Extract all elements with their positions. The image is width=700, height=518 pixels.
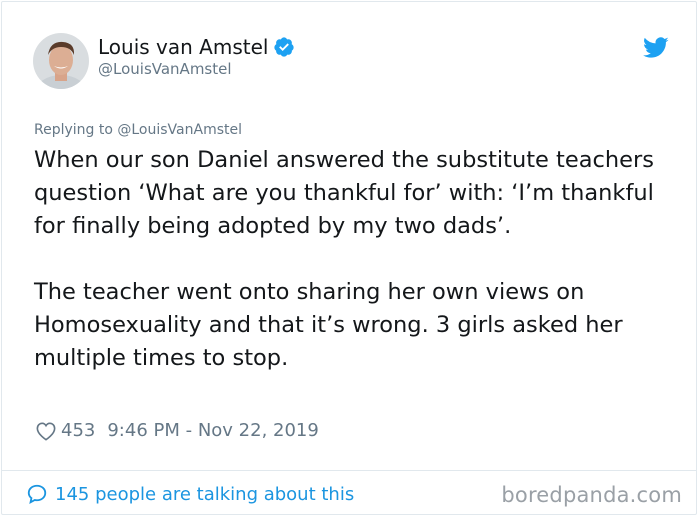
avatar[interactable] xyxy=(33,33,89,89)
author-name[interactable]: Louis van Amstel xyxy=(98,35,268,59)
like-count[interactable]: 453 xyxy=(61,420,95,441)
heart-icon[interactable] xyxy=(35,421,57,441)
twitter-bird-icon[interactable] xyxy=(643,37,669,59)
tweet-card: Louis van Amstel @LouisVanAmstel Replyin… xyxy=(1,1,697,515)
talking-label: 145 people are talking about this xyxy=(55,483,355,505)
timestamp[interactable]: 9:46 PM - Nov 22, 2019 xyxy=(107,420,318,441)
verified-badge-icon xyxy=(274,37,295,57)
tweet-meta: 453 9:46 PM - Nov 22, 2019 xyxy=(35,420,319,441)
tweet-paragraph-2: The teacher went onto sharing her own vi… xyxy=(34,279,623,371)
replying-to[interactable]: Replying to @LouisVanAmstel xyxy=(34,122,242,138)
watermark: boredpanda.com xyxy=(501,483,682,507)
tweet-paragraph-1: When our son Daniel answered the substit… xyxy=(34,147,654,239)
author-handle[interactable]: @LouisVanAmstel xyxy=(98,60,232,78)
author-name-row: Louis van Amstel xyxy=(98,35,295,59)
divider xyxy=(2,470,696,471)
tweet-body: When our son Daniel answered the substit… xyxy=(34,144,684,375)
talking-link[interactable]: 145 people are talking about this xyxy=(26,483,354,505)
speech-bubble-icon xyxy=(27,484,47,504)
